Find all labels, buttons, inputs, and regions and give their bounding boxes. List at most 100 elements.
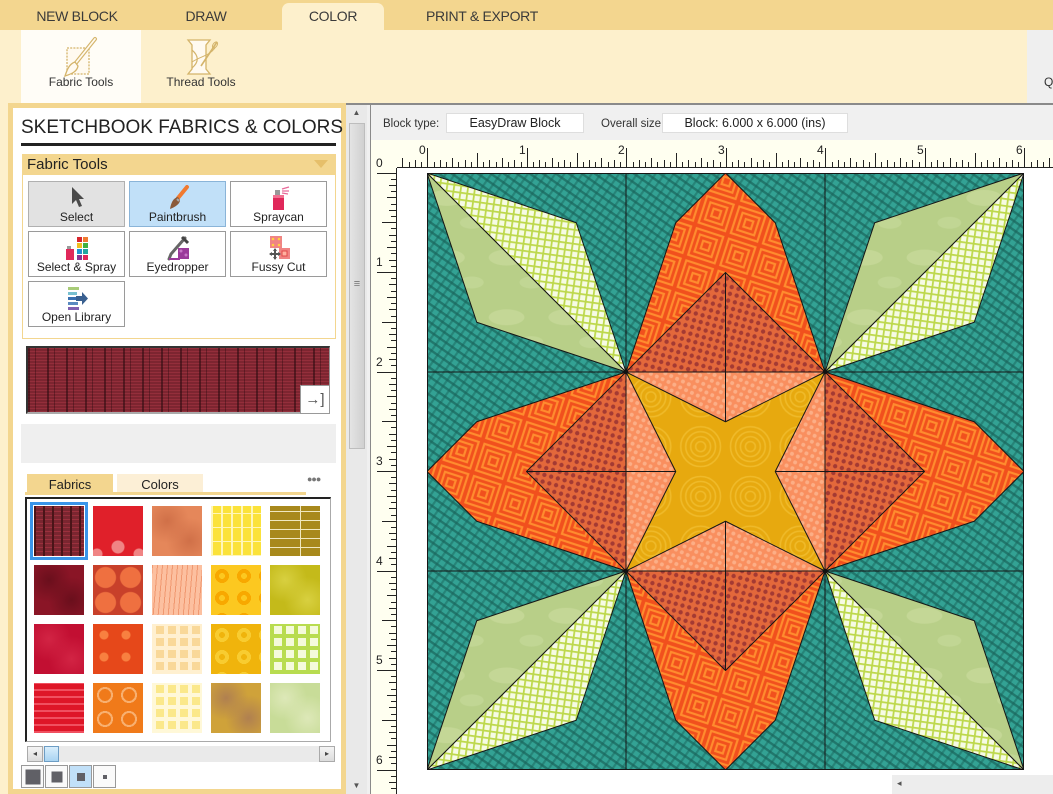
ruler-tick <box>558 162 559 167</box>
scroll-grip-icon: ≡ <box>353 278 361 290</box>
select-spray-tool-label: Select & Spray <box>36 260 117 274</box>
fabric-swatch[interactable] <box>34 683 84 733</box>
fabric-swatch[interactable] <box>270 624 320 674</box>
tab-color[interactable]: COLOR <box>282 3 384 30</box>
view-size-medium-button[interactable] <box>69 765 92 788</box>
fabric-swatch[interactable] <box>152 565 202 615</box>
fabric-swatch[interactable] <box>93 624 143 674</box>
ruler-tick <box>906 162 907 167</box>
ruler-tick <box>387 546 396 547</box>
select-tool-button[interactable]: Select <box>28 181 125 227</box>
fabric-swatch[interactable] <box>34 624 84 674</box>
fussy-cut-tool-button[interactable]: Fussy Cut <box>230 231 327 277</box>
view-size-large-button[interactable] <box>45 765 68 788</box>
thread-tools-button[interactable]: Thread Tools <box>145 30 257 103</box>
thread-spool-icon <box>186 39 219 75</box>
eyedropper-tool-button[interactable]: Eyedropper <box>129 231 226 277</box>
scroll-right-button[interactable]: ▸ <box>319 746 335 762</box>
fabric-swatch[interactable] <box>270 683 320 733</box>
ruler-tick <box>391 266 396 267</box>
ruler-label: 4 <box>817 143 824 157</box>
ruler-tick <box>639 160 640 167</box>
ruler-tick <box>1018 162 1019 167</box>
ruler-tick <box>471 162 472 167</box>
ruler-tick <box>894 162 895 167</box>
ruler-tick <box>389 260 396 261</box>
tab-underline <box>25 492 306 495</box>
tab-new-block[interactable]: NEW BLOCK <box>22 0 132 30</box>
fabric-swatch[interactable] <box>211 565 261 615</box>
ruler-tick <box>539 160 540 167</box>
fabric-swatch[interactable] <box>34 565 84 615</box>
fabric-swatch[interactable] <box>211 506 261 556</box>
ruler-tick <box>391 440 396 441</box>
fabric-swatch[interactable] <box>93 683 143 733</box>
ruler-tick <box>427 148 428 167</box>
ruler-tick <box>391 664 396 665</box>
scroll-thumb[interactable] <box>44 746 59 762</box>
spraycan-tool-label: Spraycan <box>253 210 304 224</box>
ruler-tick <box>389 558 396 559</box>
ribbon-overflow-text[interactable]: Q <box>1044 75 1053 89</box>
swatch-horizontal-scrollbar[interactable]: ◂ ▸ <box>27 746 335 762</box>
fabric-swatch[interactable] <box>152 624 202 674</box>
canvas-horizontal-scrollbar[interactable]: ◂ <box>892 775 1053 794</box>
view-size-small-button[interactable] <box>93 765 116 788</box>
ruler-tick <box>601 158 602 167</box>
seam-point <box>822 369 828 375</box>
ruler-tick <box>807 162 808 167</box>
fabric-swatch[interactable] <box>211 624 261 674</box>
paintbrush-tool-button[interactable]: Paintbrush <box>129 181 226 227</box>
fabric-swatch[interactable] <box>93 506 143 556</box>
fabric-swatch[interactable] <box>270 506 320 556</box>
fabric-swatch[interactable] <box>152 683 202 733</box>
tab-colors[interactable]: Colors <box>117 474 203 493</box>
scroll-down-button[interactable]: ▼ <box>346 778 367 794</box>
fabric-tools-section-header[interactable]: Fabric Tools <box>22 154 336 175</box>
expand-preview-button[interactable]: →] <box>300 385 330 414</box>
collapse-chevron-icon[interactable] <box>314 160 328 168</box>
tab-print-export[interactable]: PRINT & EXPORT <box>421 0 543 30</box>
ruler-label: 6 <box>1016 143 1023 157</box>
panel-scroll-thumb[interactable]: ≡ <box>349 123 365 449</box>
fabric-swatch[interactable] <box>211 683 261 733</box>
square-xl-icon <box>25 769 40 784</box>
block-type-label: Block type: <box>383 118 440 130</box>
ruler-tick <box>869 162 870 167</box>
eyedropper-tool-label: Eyedropper <box>146 260 209 274</box>
ruler-tick <box>391 564 396 565</box>
select-spray-tool-button[interactable]: Select & Spray <box>28 231 125 277</box>
open-library-tool-button[interactable]: Open Library <box>28 281 125 327</box>
ruler-tick <box>391 278 396 279</box>
ruler-tick <box>887 160 888 167</box>
ruler-tick <box>763 160 764 167</box>
ruler-tick <box>583 162 584 167</box>
fabric-tools-button[interactable]: Fabric Tools <box>21 30 141 103</box>
scroll-left-button[interactable]: ◂ <box>27 746 43 762</box>
scroll-left-icon: ◂ <box>32 749 37 758</box>
overall-size-field: Block: 6.000 x 6.000 (ins) <box>662 113 848 133</box>
canvas-scroll-left-icon[interactable]: ◂ <box>897 778 902 789</box>
ruler-tick <box>387 396 396 397</box>
ruler-label: 2 <box>618 143 625 157</box>
panel-vertical-scrollbar[interactable]: ▲ ≡ ▼ <box>346 105 367 794</box>
view-size-extra-large-button[interactable] <box>21 765 44 788</box>
fabric-swatch[interactable] <box>270 565 320 615</box>
ruler-tick <box>391 552 396 553</box>
ruler-tick <box>838 160 839 167</box>
ruler-tick <box>389 334 396 335</box>
quilt-block[interactable] <box>427 173 1024 770</box>
more-options-icon[interactable]: ●●● <box>307 474 321 484</box>
block-info-bar: Block type: EasyDraw Block Overall size:… <box>371 105 1053 140</box>
fabric-swatch[interactable] <box>93 565 143 615</box>
tab-fabrics[interactable]: Fabrics <box>27 474 113 493</box>
fabric-swatch[interactable] <box>152 506 202 556</box>
ruler-tick <box>800 158 801 167</box>
ruler-tick <box>389 434 396 435</box>
spraycan-tool-button[interactable]: Spraycan <box>230 181 327 227</box>
scroll-up-button[interactable]: ▲ <box>346 105 367 121</box>
ruler-tick <box>391 714 396 715</box>
ruler-tick <box>389 284 396 285</box>
tab-draw[interactable]: DRAW <box>156 0 256 30</box>
ruler-tick <box>389 732 396 733</box>
